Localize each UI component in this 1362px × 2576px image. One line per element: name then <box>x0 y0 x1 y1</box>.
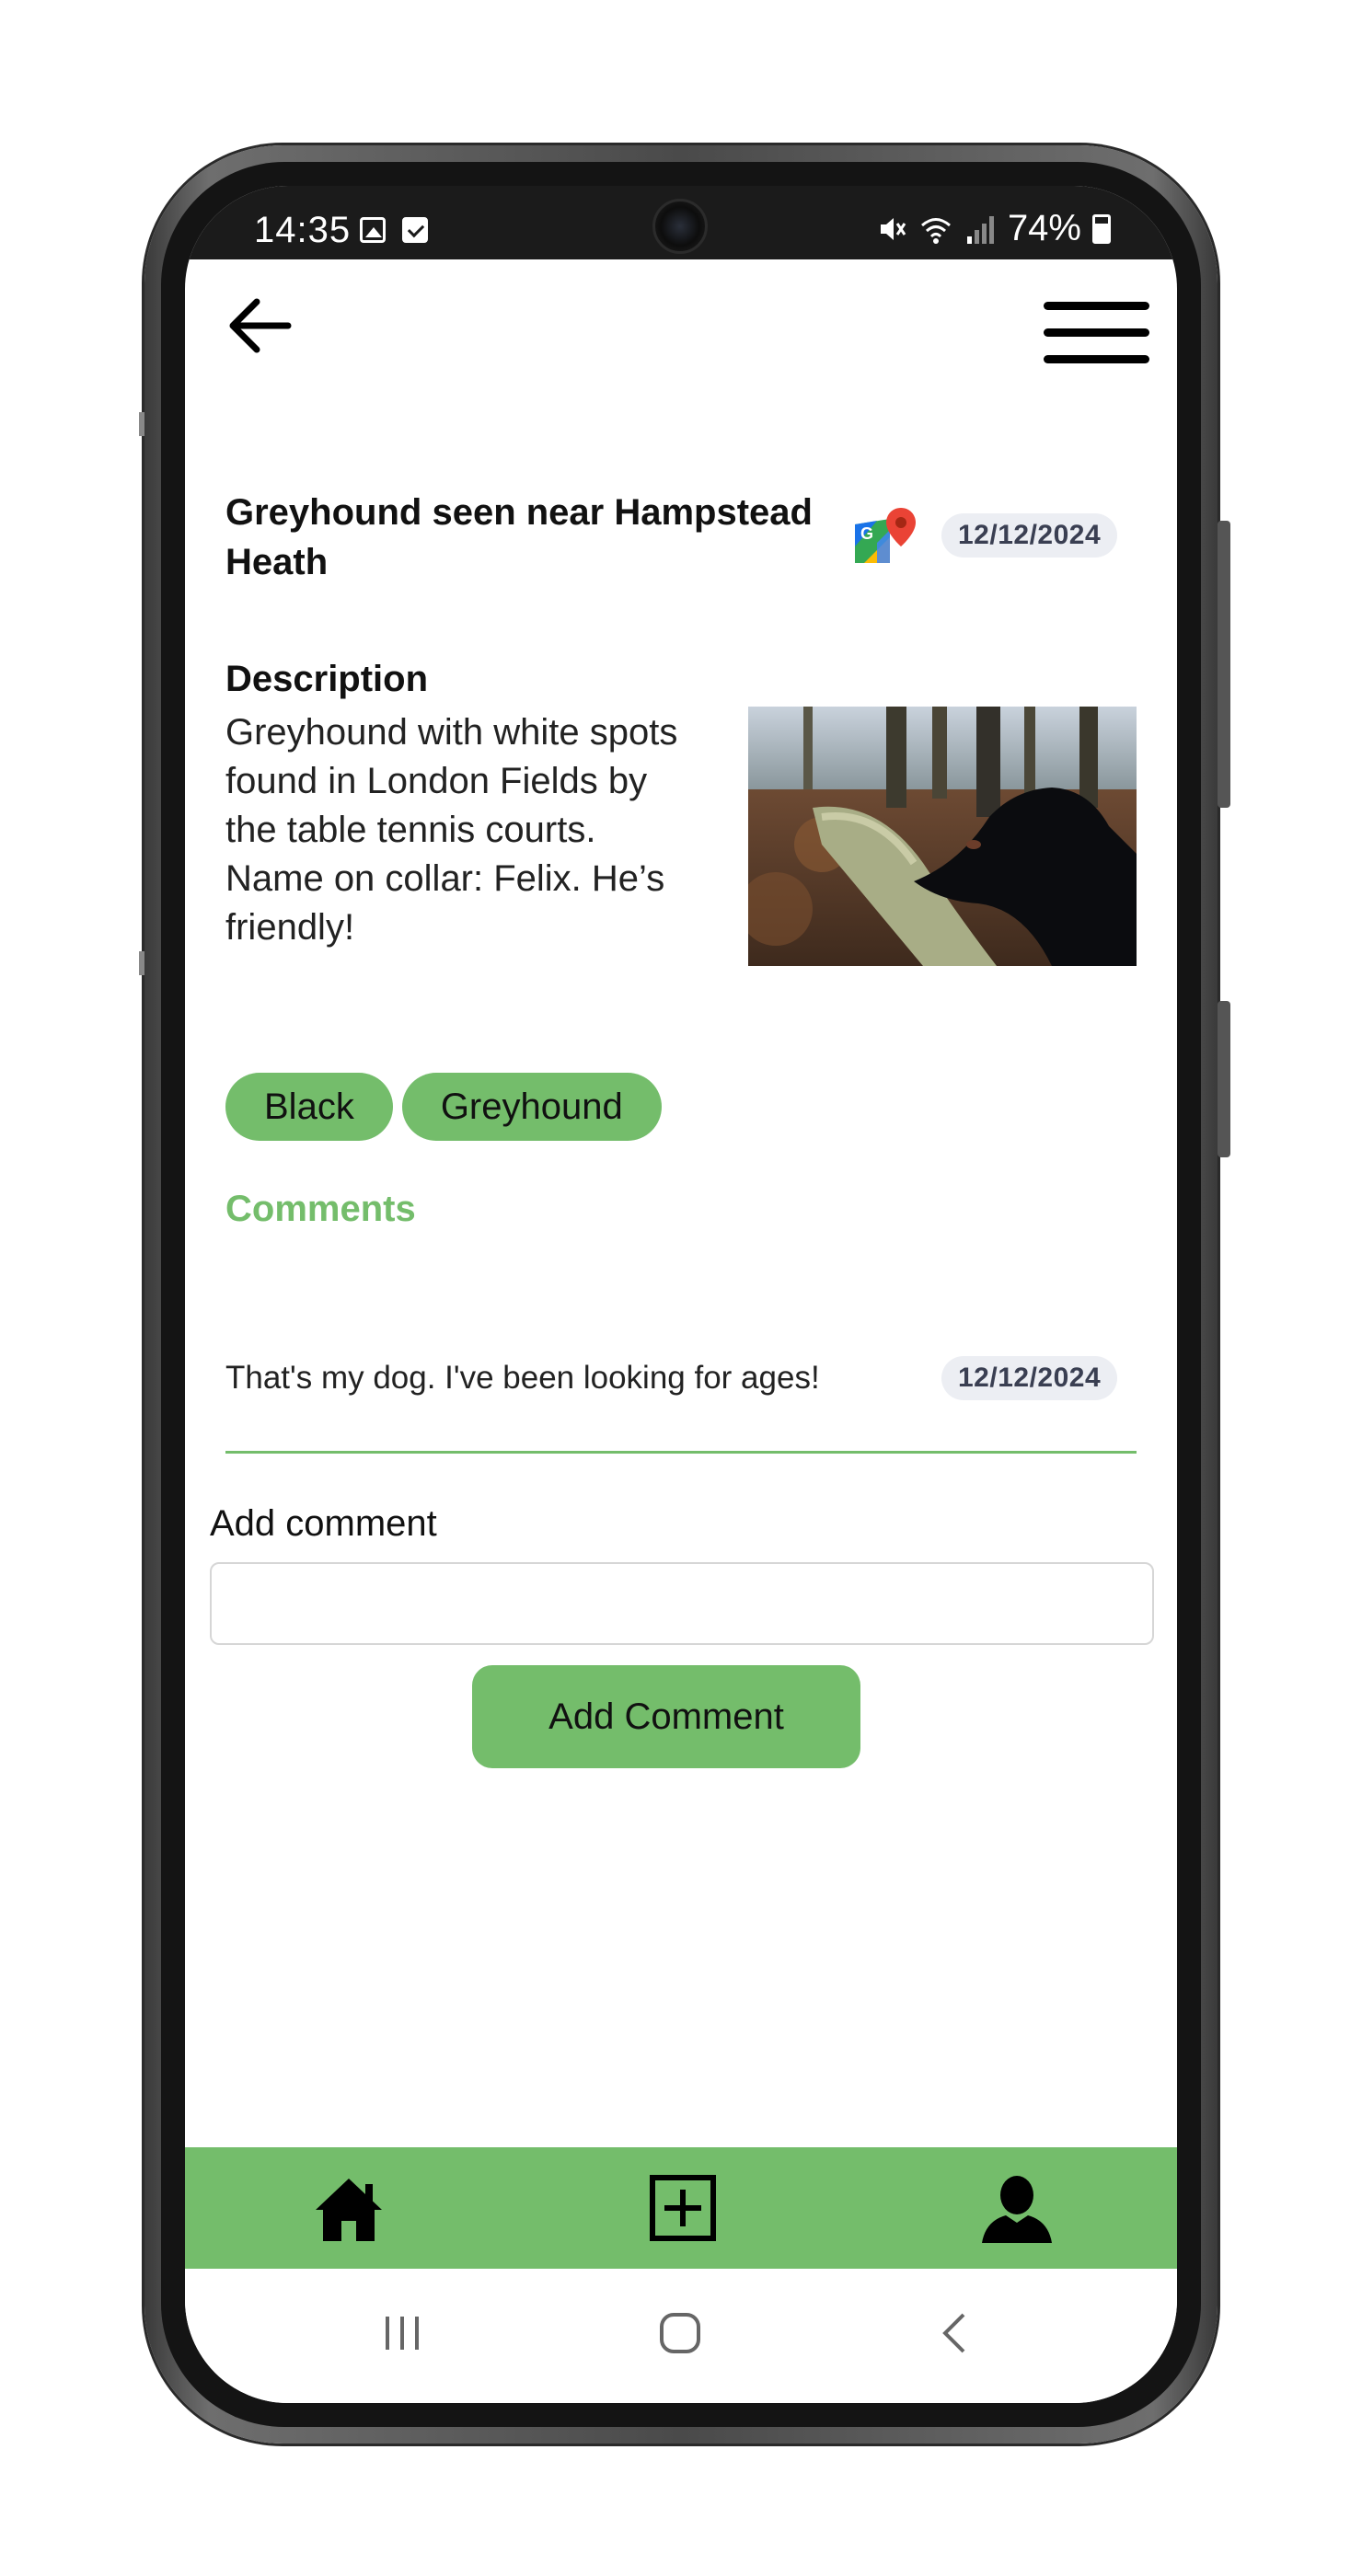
nav-profile-button[interactable] <box>978 2169 1056 2247</box>
mute-icon <box>880 217 906 240</box>
front-camera <box>652 199 708 254</box>
gallery-notification-icon <box>360 217 386 243</box>
status-bar: 14:35 74% <box>185 186 1177 259</box>
status-time: 14:35 <box>254 210 352 250</box>
plus-square-icon <box>650 2175 716 2241</box>
comments-heading: Comments <box>225 1189 416 1229</box>
hamburger-menu-icon <box>1044 355 1149 363</box>
frame-detail <box>139 412 144 436</box>
nav-add-button[interactable] <box>644 2169 721 2247</box>
status-indicators: 74% <box>875 208 1111 249</box>
back-button[interactable] <box>220 289 303 362</box>
hamburger-menu-icon <box>1044 302 1149 310</box>
system-back-button[interactable] <box>929 2306 984 2361</box>
description-heading: Description <box>225 659 429 699</box>
map-link[interactable]: G <box>853 506 918 565</box>
home-icon <box>316 2179 382 2241</box>
hamburger-menu-icon <box>1044 328 1149 337</box>
user-icon <box>982 2176 1052 2243</box>
add-comment-label: Add comment <box>210 1503 437 1544</box>
comment-date-badge: 12/12/2024 <box>941 1356 1118 1400</box>
wifi-icon <box>920 217 951 244</box>
recent-apps-icon <box>386 2317 419 2350</box>
description-text: Greyhound with white spots found in Lond… <box>225 712 678 948</box>
post-title: Greyhound seen near Hampstead Heath <box>225 492 813 582</box>
system-home-icon <box>660 2313 700 2353</box>
power-button <box>1218 1001 1230 1157</box>
dog-photo <box>748 707 1137 966</box>
frame-detail <box>139 951 144 975</box>
nav-home-button[interactable] <box>310 2169 387 2247</box>
system-nav-bar <box>185 2269 1177 2403</box>
app-screen: 14:35 74% Greyhound seen near Hampstead … <box>185 186 1177 2403</box>
tag-chip[interactable]: Greyhound <box>401 1073 662 1141</box>
tag-list: Black Greyhound <box>225 1073 662 1141</box>
bottom-nav <box>185 2147 1177 2269</box>
system-home-button[interactable] <box>652 2306 708 2361</box>
comment-text: That's my dog. I've been looking for age… <box>225 1360 820 1396</box>
battery-percent: 74% <box>1007 208 1081 248</box>
menu-button[interactable] <box>1044 302 1149 368</box>
chevron-left-icon <box>942 2313 965 2353</box>
post-date-badge: 12/12/2024 <box>941 513 1118 558</box>
signal-icon <box>966 215 994 244</box>
comment-input[interactable] <box>210 1562 1154 1645</box>
add-comment-button[interactable]: Add Comment <box>472 1665 860 1768</box>
battery-icon <box>1092 213 1111 244</box>
arrow-left-icon <box>229 298 292 353</box>
svg-text:G: G <box>860 524 873 543</box>
google-maps-icon: G <box>855 508 916 563</box>
phone-frame: 14:35 74% Greyhound seen near Hampstead … <box>139 145 1230 2444</box>
volume-button <box>1218 521 1230 808</box>
checkbox-notification-icon <box>402 217 428 243</box>
tag-chip[interactable]: Black <box>225 1073 393 1141</box>
recent-apps-button[interactable] <box>375 2306 430 2361</box>
